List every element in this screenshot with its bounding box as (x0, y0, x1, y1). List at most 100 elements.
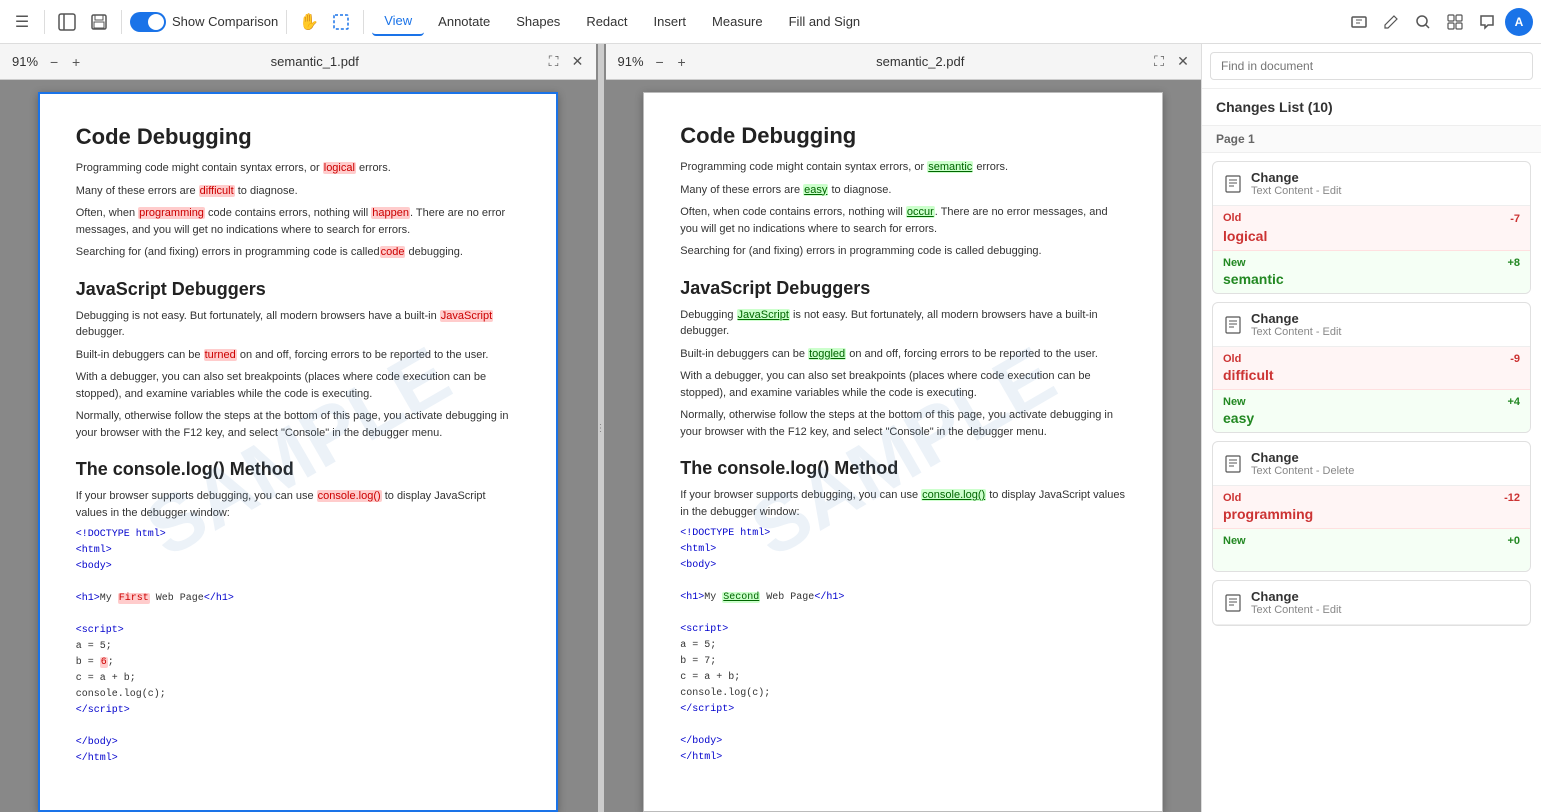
change-item-4[interactable]: Change Text Content - Edit (1212, 580, 1531, 626)
save-icon[interactable] (85, 8, 113, 36)
right-p3: Often, when code contains errors, nothin… (680, 204, 1126, 237)
change-2-old: Old -9 difficult (1213, 347, 1530, 390)
left-section2: JavaScript Debuggers (76, 279, 520, 300)
change-2-old-label: Old (1223, 353, 1241, 365)
left-p1: Programming code might contain syntax er… (76, 160, 520, 177)
right-code-block: <!DOCTYPE html> <html> <body> <h1>My Sec… (680, 526, 1126, 766)
page-1-label: Page 1 (1202, 126, 1541, 153)
right-s2p3: With a debugger, you can also set breakp… (680, 368, 1126, 401)
left-highlight-turned: turned (204, 349, 237, 361)
right-pdf-panel: 91% − + semantic_2.pdf ⛶ ✕ SAMPLE Code D… (606, 44, 1202, 812)
change-1-old-label: Old (1223, 212, 1241, 224)
change-4-header: Change Text Content - Edit (1213, 581, 1530, 625)
change-item-3[interactable]: Change Text Content - Delete Old -12 pro… (1212, 441, 1531, 572)
right-fullscreen-icon[interactable]: ⛶ (1149, 52, 1169, 72)
edit-icon[interactable] (1377, 8, 1405, 36)
left-title: Code Debugging (76, 124, 520, 150)
left-s3p1: If your browser supports debugging, you … (76, 488, 520, 521)
change-2-old-value: difficult (1223, 367, 1520, 383)
right-zoom-value: 91% (614, 54, 648, 69)
right-close-icon[interactable]: ✕ (1173, 52, 1193, 72)
nav-measure[interactable]: Measure (700, 8, 775, 35)
change-2-new-value: easy (1223, 410, 1520, 426)
nav-fill-sign[interactable]: Fill and Sign (777, 8, 873, 35)
select-tool-icon[interactable] (327, 8, 355, 36)
divider-4 (363, 10, 364, 34)
change-item-1[interactable]: Change Text Content - Edit Old -7 logica… (1212, 161, 1531, 294)
right-highlight-consolelog: console.log() (921, 489, 986, 501)
left-highlight-logical: logical (323, 162, 356, 174)
left-highlight-code: code (380, 246, 406, 258)
right-pdf-title: semantic_2.pdf (696, 54, 1145, 69)
change-2-new-count: +4 (1507, 396, 1520, 408)
change-1-old-row: Old -7 (1223, 212, 1520, 226)
grid-icon[interactable] (1441, 8, 1469, 36)
change-3-new-count: +0 (1507, 535, 1520, 547)
left-section3: The console.log() Method (76, 459, 520, 480)
left-p2: Many of these errors are difficult to di… (76, 183, 520, 200)
sidebar-search-area (1202, 44, 1541, 89)
change-1-old-value: logical (1223, 228, 1520, 244)
right-s3p1: If your browser supports debugging, you … (680, 487, 1126, 520)
change-3-icon (1223, 454, 1243, 474)
change-3-old-row: Old -12 (1223, 492, 1520, 504)
left-s2p3: With a debugger, you can also set breakp… (76, 369, 520, 402)
change-3-new-value (1223, 549, 1520, 565)
change-1-new-row: New +8 (1223, 257, 1520, 269)
left-highlight-programming: programming (138, 207, 205, 219)
change-3-header: Change Text Content - Delete (1213, 442, 1530, 486)
toolbar: ☰ Show Comparison ✋ View Annotate Shapes… (0, 0, 1541, 44)
panel-divider[interactable]: ⋮ (598, 44, 604, 812)
change-1-old-count: -7 (1510, 213, 1520, 225)
left-p4: Searching for (and fixing) errors in pro… (76, 244, 520, 261)
menu-icon[interactable]: ☰ (8, 8, 36, 36)
right-zoom-controls: 91% − + (614, 52, 692, 72)
left-highlight-javascript: JavaScript (440, 310, 493, 322)
change-3-old-value: programming (1223, 506, 1520, 522)
right-highlight-toggled: toggled (808, 348, 846, 360)
find-in-document-input[interactable] (1210, 52, 1533, 80)
right-zoom-out[interactable]: − (650, 52, 670, 72)
left-fullscreen-icon[interactable]: ⛶ (544, 52, 564, 72)
change-2-subtitle: Text Content - Edit (1251, 326, 1342, 338)
left-zoom-value: 91% (8, 54, 42, 69)
nav-view[interactable]: View (372, 7, 424, 36)
right-zoom-in[interactable]: + (672, 52, 692, 72)
change-2-icon (1223, 315, 1243, 335)
change-3-title: Change (1251, 450, 1354, 465)
left-close-icon[interactable]: ✕ (568, 52, 588, 72)
pan-tool-icon[interactable]: ✋ (295, 8, 323, 36)
nav-annotate[interactable]: Annotate (426, 8, 502, 35)
share-icon[interactable] (1345, 8, 1373, 36)
comment-icon[interactable] (1473, 8, 1501, 36)
nav-redact[interactable]: Redact (574, 8, 639, 35)
nav-shapes[interactable]: Shapes (504, 8, 572, 35)
left-pdf-title: semantic_1.pdf (90, 54, 539, 69)
changes-list-header: Changes List (10) (1202, 89, 1541, 126)
change-2-old-count: -9 (1510, 353, 1520, 365)
user-avatar[interactable]: A (1505, 8, 1533, 36)
change-1-title-area: Change Text Content - Edit (1251, 170, 1342, 197)
change-2-old-row: Old -9 (1223, 353, 1520, 365)
left-p3: Often, when programming code contains er… (76, 205, 520, 238)
change-3-title-area: Change Text Content - Delete (1251, 450, 1354, 477)
divider-1 (44, 10, 45, 34)
change-2-title-area: Change Text Content - Edit (1251, 311, 1342, 338)
left-pdf-page: SAMPLE Code Debugging Programming code m… (38, 92, 558, 812)
change-1-new: New +8 semantic (1213, 251, 1530, 293)
change-1-icon (1223, 174, 1243, 194)
change-item-2[interactable]: Change Text Content - Edit Old -9 diffic… (1212, 302, 1531, 433)
nav-insert[interactable]: Insert (642, 8, 699, 35)
right-pdf-content[interactable]: SAMPLE Code Debugging Programming code m… (606, 80, 1202, 812)
search-icon[interactable] (1409, 8, 1437, 36)
right-section3: The console.log() Method (680, 458, 1126, 479)
left-pdf-content[interactable]: SAMPLE Code Debugging Programming code m… (0, 80, 596, 812)
pdf-panels: 91% − + semantic_1.pdf ⛶ ✕ SAMPLE Code D… (0, 44, 1201, 812)
left-zoom-in[interactable]: + (66, 52, 86, 72)
show-comparison-toggle[interactable]: Show Comparison (130, 12, 278, 32)
right-p1: Programming code might contain syntax er… (680, 159, 1126, 176)
sidebar-toggle-icon[interactable] (53, 8, 81, 36)
change-1-subtitle: Text Content - Edit (1251, 185, 1342, 197)
right-highlight-easy: easy (803, 184, 828, 196)
left-zoom-out[interactable]: − (44, 52, 64, 72)
